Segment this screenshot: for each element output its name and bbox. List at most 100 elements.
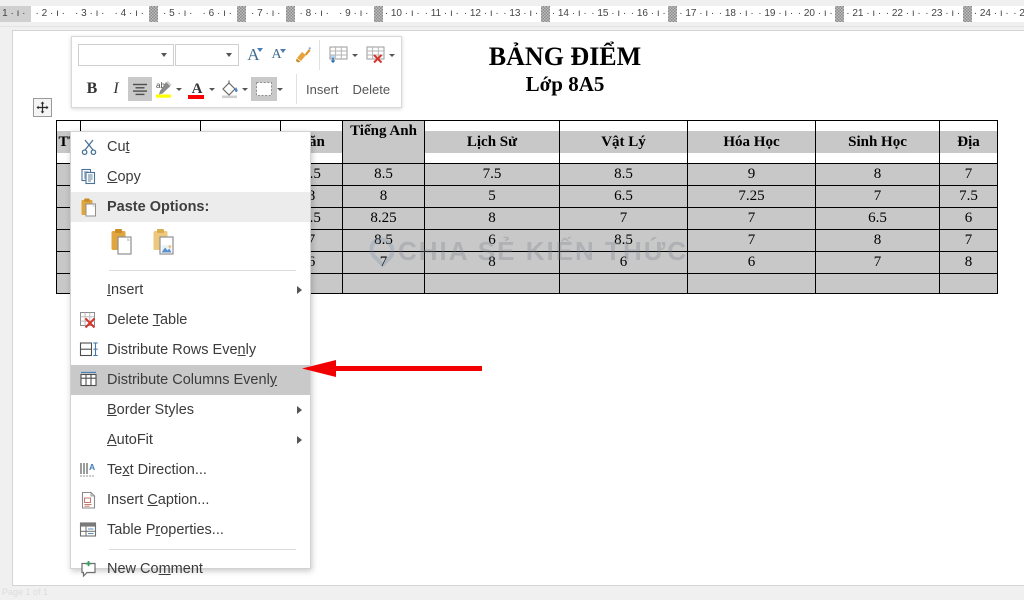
table-properties-icon [71, 521, 107, 539]
table-cell[interactable] [687, 273, 816, 294]
table-cell[interactable]: 7 [559, 207, 688, 230]
table-cell[interactable]: 6 [687, 251, 816, 274]
floating-mini-toolbar[interactable]: A A B I ab A Insert Delete [71, 36, 402, 108]
table-header-cell[interactable]: Hóa Học [687, 120, 816, 164]
format-painter-button[interactable] [291, 43, 314, 67]
shrink-font-button[interactable]: A [268, 43, 291, 67]
menu-item-table-properties-label: Table Properties... [107, 522, 224, 538]
delete-cells-button[interactable] [362, 43, 389, 67]
table-cell[interactable]: 6.5 [815, 207, 940, 230]
font-color-chevron-down-icon[interactable] [209, 87, 215, 91]
table-cell[interactable]: 7.25 [687, 185, 816, 208]
table-cell[interactable]: 8 [815, 163, 940, 186]
font-name-combo[interactable] [78, 44, 175, 66]
table-cell[interactable]: 7 [939, 229, 998, 252]
borders-chevron-down-icon[interactable] [277, 87, 283, 91]
chevron-down-icon [225, 53, 232, 57]
menu-item-table-properties[interactable]: Table Properties... [71, 515, 310, 545]
insert-chevron-down-icon[interactable] [352, 53, 359, 57]
table-cell[interactable]: 8 [342, 185, 425, 208]
grow-font-arrow-icon [256, 48, 263, 52]
bold-button[interactable]: B [80, 77, 104, 101]
menu-item-new-comment[interactable]: New Comment [71, 554, 310, 584]
italic-button[interactable]: I [104, 77, 128, 101]
ruler-tab-stop[interactable] [540, 6, 550, 22]
font-size-combo[interactable] [175, 44, 239, 66]
grow-font-button[interactable]: A [245, 43, 268, 67]
table-cell[interactable]: 7 [815, 185, 940, 208]
menu-item-insert-caption[interactable]: Insert Caption... [71, 485, 310, 515]
font-color-button[interactable]: A [185, 77, 209, 101]
table-cell[interactable]: 7 [342, 251, 425, 274]
menu-item-cut[interactable]: Cut [71, 132, 310, 162]
table-cell[interactable] [342, 273, 425, 294]
menu-item-distribute-columns-evenly[interactable]: Distribute Columns Evenly [71, 365, 310, 395]
ruler-tab-stop[interactable] [373, 6, 383, 22]
menu-item-autofit[interactable]: AutoFit [71, 425, 310, 455]
table-cell[interactable]: 8 [424, 207, 560, 230]
ruler-segment-2: · 2 · ı · [30, 6, 70, 22]
table-cell[interactable]: 6 [559, 251, 688, 274]
table-cell[interactable] [939, 273, 998, 294]
table-header-cell[interactable]: Tiếng Anh [342, 120, 425, 164]
shading-chevron-down-icon[interactable] [242, 87, 248, 91]
table-cell[interactable]: 8.25 [342, 207, 425, 230]
table-cell[interactable]: 9 [687, 163, 816, 186]
ruler-tab-stop[interactable] [149, 6, 158, 22]
table-cell[interactable]: 7 [815, 251, 940, 274]
table-cell[interactable]: 6.5 [559, 185, 688, 208]
menu-item-new-comment-label: New Comment [107, 561, 203, 577]
table-cell[interactable]: 8 [424, 251, 560, 274]
toolbar-divider-2 [296, 74, 297, 104]
table-cell[interactable]: 8.5 [342, 229, 425, 252]
table-cell[interactable]: 7 [687, 229, 816, 252]
menu-item-delete-table[interactable]: Delete Table [71, 305, 310, 335]
table-cell[interactable]: 7.5 [939, 185, 998, 208]
ruler-tab-stop[interactable] [835, 6, 844, 22]
menu-item-text-direction[interactable]: A Text Direction... [71, 455, 310, 485]
delete-button[interactable]: Delete [349, 82, 395, 97]
borders-button[interactable] [251, 77, 277, 101]
ruler-tab-stop[interactable] [668, 6, 677, 22]
table-cell[interactable]: 8.5 [559, 163, 688, 186]
menu-item-border-styles[interactable]: Border Styles [71, 395, 310, 425]
menu-item-insert-caption-label: Insert Caption... [107, 492, 210, 508]
paste-picture-button[interactable] [151, 228, 179, 259]
ruler-tab-stop[interactable] [962, 6, 972, 22]
table-cell[interactable]: 7 [939, 163, 998, 186]
table-header-cell[interactable]: Địa [939, 120, 998, 164]
table-context-menu[interactable]: Cut Copy Paste Options: Insert Delete Table D… [70, 131, 311, 577]
table-cell[interactable]: 6 [424, 229, 560, 252]
table-cell[interactable]: 5 [424, 185, 560, 208]
ruler-tab-stop[interactable] [237, 6, 246, 22]
horizontal-ruler[interactable]: · 1 · ı ·· 2 · ı ·· 3 · ı ·· 4 · ı · · 5 … [0, 0, 1024, 27]
table-cell[interactable] [815, 273, 940, 294]
delete-chevron-down-icon[interactable] [389, 53, 395, 57]
table-move-handle[interactable] [33, 98, 52, 117]
menu-item-copy[interactable]: Copy [71, 162, 310, 192]
shading-button[interactable] [218, 77, 242, 101]
table-cell[interactable]: 7.5 [424, 163, 560, 186]
table-cell[interactable] [424, 273, 560, 294]
table-cell[interactable] [559, 273, 688, 294]
center-align-button[interactable] [128, 77, 152, 101]
table-header-cell[interactable]: Lịch Sử [424, 120, 560, 164]
table-cell[interactable]: 8 [815, 229, 940, 252]
table-header-cell[interactable]: Sinh Học [815, 120, 940, 164]
insert-cells-button[interactable] [325, 43, 352, 67]
menu-item-insert[interactable]: Insert [71, 275, 310, 305]
table-header-cell[interactable]: Vật Lý [559, 120, 688, 164]
insert-button[interactable]: Insert [302, 82, 343, 97]
ruler-tab-stop[interactable] [285, 6, 295, 22]
table-cell[interactable]: 8.5 [559, 229, 688, 252]
ruler-segment-6: · 6 · ı · [197, 6, 237, 22]
table-cell[interactable]: 7 [687, 207, 816, 230]
text-highlight-button[interactable]: ab [152, 77, 176, 101]
table-cell[interactable]: 8 [939, 251, 998, 274]
paste-keep-source-formatting-button[interactable] [109, 228, 137, 259]
highlight-chevron-down-icon[interactable] [176, 87, 182, 91]
table-cell[interactable]: 8.5 [342, 163, 425, 186]
table-cell[interactable]: 6 [939, 207, 998, 230]
menu-item-distribute-rows-evenly[interactable]: Distribute Rows Evenly [71, 335, 310, 365]
ruler-segment-3: · 3 · ı · [70, 6, 110, 22]
